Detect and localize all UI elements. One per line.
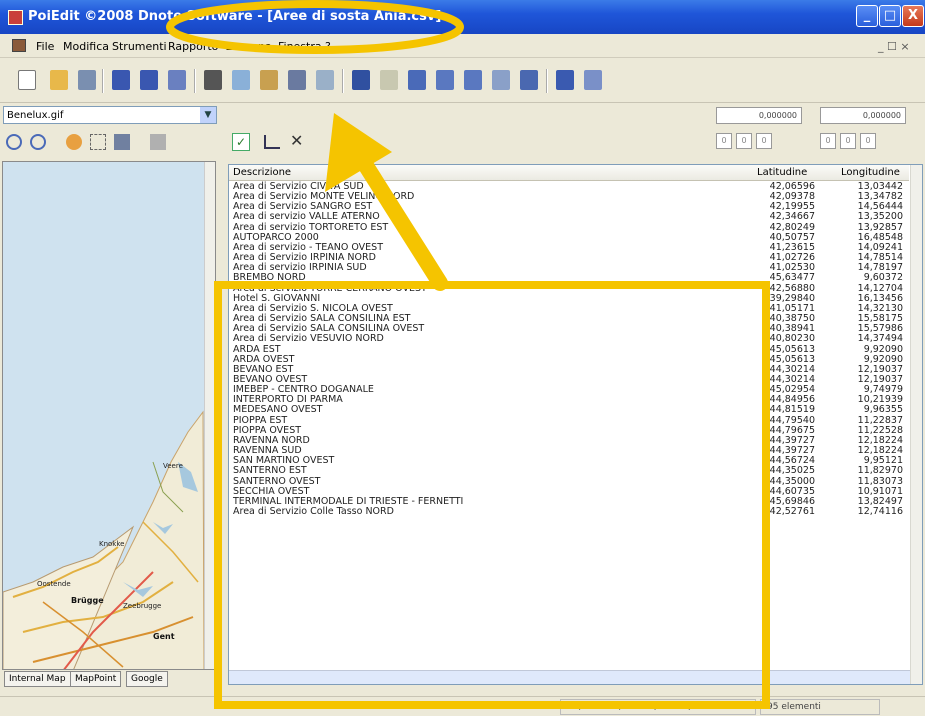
copy-icon[interactable] xyxy=(232,70,250,90)
map-tabs: Internal Map MapPoint Google xyxy=(4,670,218,688)
export-icon[interactable] xyxy=(492,70,510,90)
spin-field[interactable]: 0 xyxy=(716,133,732,149)
toolbar-separator xyxy=(342,69,344,93)
mdi-window-controls[interactable]: _ ☐ × xyxy=(878,40,910,53)
menu-help[interactable]: ? xyxy=(325,40,331,53)
map-label-brugge: Brügge xyxy=(71,596,104,605)
map-selector[interactable]: Benelux.gif ▼ xyxy=(3,106,217,124)
chevron-down-icon[interactable]: ▼ xyxy=(200,107,216,123)
list-icon[interactable] xyxy=(436,70,454,90)
spin-field[interactable]: 0 xyxy=(860,133,876,149)
map-toolbar xyxy=(0,129,220,155)
spin-field[interactable]: 0 xyxy=(756,133,772,149)
column-longitudine[interactable]: Longitudine xyxy=(841,167,900,178)
table-horizontal-scrollbar[interactable] xyxy=(229,670,910,684)
poi-table: Descrizione Latitudine Longitudine Area … xyxy=(228,164,923,685)
menu-finestra[interactable]: Finestra xyxy=(278,40,322,53)
save-icon[interactable] xyxy=(112,70,130,90)
print-icon[interactable] xyxy=(168,70,186,90)
cell-longitudine: 12,74116 xyxy=(857,506,903,517)
menu-strumenti[interactable]: Strumenti xyxy=(112,40,167,53)
status-bar: 53,01051 4,59556 (221 96) 95 elementi xyxy=(0,696,925,716)
status-coords: 53,01051 4,59556 (221 96) xyxy=(560,699,756,715)
map-view[interactable]: Brügge Knokke Oostende Gent Zeebrugge Ve… xyxy=(2,161,216,670)
spin-field[interactable]: 0 xyxy=(840,133,856,149)
toolbar-separator xyxy=(102,69,104,93)
toolbar-separator xyxy=(194,69,196,93)
cell-descrizione: Area di Servizio VESUVIO NORD xyxy=(233,333,384,345)
tools-icon[interactable] xyxy=(380,70,398,90)
application-window: PoiEdit ©2008 Dnote Software - [Aree di … xyxy=(0,0,925,716)
properties-icon[interactable] xyxy=(408,70,426,90)
menu-file[interactable]: File xyxy=(36,40,54,53)
title-bar[interactable]: PoiEdit ©2008 Dnote Software - [Aree di … xyxy=(0,0,925,34)
table-vertical-scrollbar[interactable] xyxy=(910,165,922,684)
paste-icon[interactable] xyxy=(260,70,278,90)
layers-icon[interactable] xyxy=(150,134,166,150)
menu-modifica[interactable]: Modifica xyxy=(63,40,109,53)
table-header: Descrizione Latitudine Longitudine xyxy=(229,165,909,181)
save-as-icon[interactable] xyxy=(140,70,158,90)
close-button[interactable]: X xyxy=(902,5,924,27)
data-toolbar: 0,000000 0,000000 ✓ ✕ 0 0 0 0 0 0 xyxy=(222,103,925,155)
map-vertical-scrollbar[interactable] xyxy=(204,162,215,669)
maximize-button[interactable]: □ xyxy=(879,5,901,27)
delete-icon[interactable]: ✕ xyxy=(290,131,303,150)
table-row[interactable]: SANTERNO EST 44,35025 11,82970 xyxy=(229,466,909,476)
menu-rapporto[interactable]: Rapporto xyxy=(168,40,218,53)
tab-mappoint[interactable]: MapPoint xyxy=(70,671,122,687)
tab-google[interactable]: Google xyxy=(126,671,168,687)
map-panel: Benelux.gif ▼ Brügge Knokke Oostende Gen… xyxy=(0,103,220,696)
longitude-box[interactable]: 0,000000 xyxy=(820,107,906,124)
cell-latitudine: 40,80230 xyxy=(769,333,815,345)
pointer-tool-icon[interactable] xyxy=(114,134,130,150)
window-title: PoiEdit ©2008 Dnote Software - [Aree di … xyxy=(28,9,442,24)
cell-latitudine: 42,52761 xyxy=(769,506,815,517)
cut-icon[interactable] xyxy=(204,70,222,90)
attach-icon[interactable] xyxy=(78,70,96,90)
window-icon[interactable] xyxy=(520,70,538,90)
menu-zoorona[interactable]: Zoorona xyxy=(226,40,272,53)
tab-internal-map[interactable]: Internal Map xyxy=(4,671,71,687)
toolbar-separator xyxy=(546,69,548,93)
app-icon[interactable] xyxy=(8,10,23,25)
column-descrizione[interactable]: Descrizione xyxy=(233,167,291,178)
find-icon[interactable] xyxy=(288,70,306,90)
checkbox-icon[interactable]: ✓ xyxy=(232,133,250,151)
map-label-gent: Gent xyxy=(153,632,175,641)
zoom-out-icon[interactable] xyxy=(30,134,46,150)
minimize-button[interactable]: _ xyxy=(856,5,878,27)
table-row[interactable]: Area di Servizio VESUVIO NORD 40,80230 14,… xyxy=(229,334,909,344)
spin-field[interactable]: 0 xyxy=(736,133,752,149)
status-count: 95 elementi xyxy=(760,699,880,715)
map-label-oostende: Oostende xyxy=(37,580,71,588)
open-folder-icon[interactable] xyxy=(50,70,68,90)
document-icon[interactable] xyxy=(12,39,26,52)
columns-icon[interactable] xyxy=(464,70,482,90)
cell-descrizione: Area di Servizio Colle Tasso NORD xyxy=(233,506,394,517)
map-label-knokke: Knokke xyxy=(99,540,125,548)
table-body: Area di Servizio CIVITA SUD 42,06596 13,03… xyxy=(229,181,909,517)
cell-longitudine: 14,37494 xyxy=(857,333,903,345)
zoom-icon[interactable] xyxy=(316,70,334,90)
zoom-in-icon[interactable] xyxy=(6,134,22,150)
tree-icon[interactable] xyxy=(264,135,280,149)
select-area-icon[interactable] xyxy=(90,134,106,150)
help-icon[interactable] xyxy=(584,70,602,90)
pan-hand-icon[interactable] xyxy=(66,134,82,150)
new-file-icon[interactable] xyxy=(18,70,36,90)
map-label-zeebrugge: Zeebrugge xyxy=(123,602,162,610)
main-toolbar xyxy=(0,59,925,103)
map-label-veere: Veere xyxy=(163,462,183,470)
data-panel: 0,000000 0,000000 ✓ ✕ 0 0 0 0 0 0 Descri… xyxy=(222,103,925,696)
column-latitudine[interactable]: Latitudine xyxy=(757,167,807,178)
document-info-icon[interactable] xyxy=(556,70,574,90)
table-row[interactable]: Area di Servizio Colle Tasso NORD 42,5276… xyxy=(229,506,909,517)
map-selector-value: Benelux.gif xyxy=(7,110,64,121)
latitude-box[interactable]: 0,000000 xyxy=(716,107,802,124)
spin-field[interactable]: 0 xyxy=(820,133,836,149)
menu-bar: File Modifica Strumenti Rapporto Zoorona… xyxy=(0,35,925,58)
map-canvas xyxy=(3,162,215,669)
edit-pen-icon[interactable] xyxy=(352,70,370,90)
